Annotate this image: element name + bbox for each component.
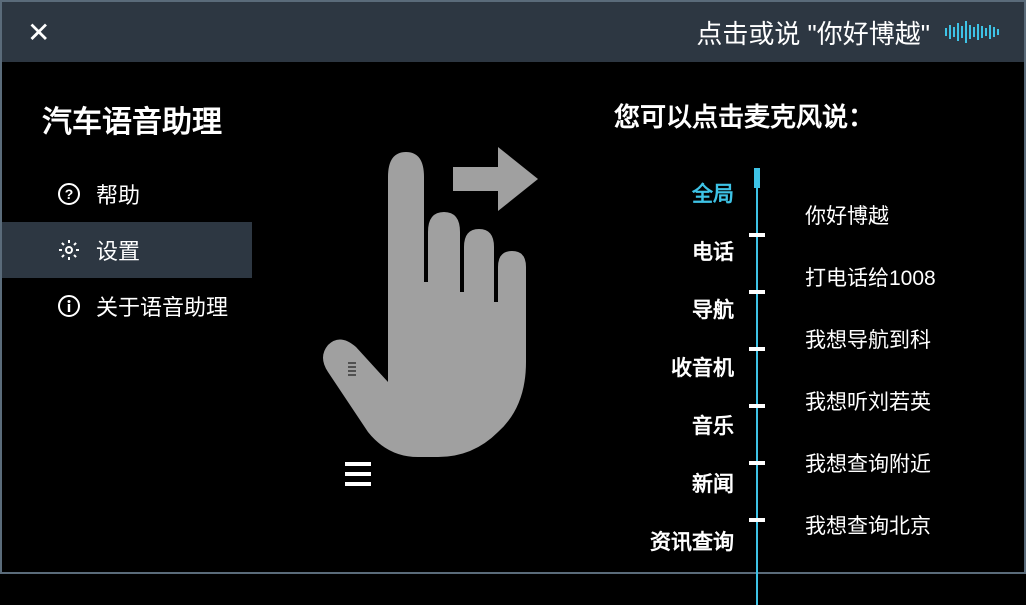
sidebar-item-label: 帮助 [96,178,140,210]
category-item-phone[interactable]: 电话 [692,222,749,280]
category-item-music[interactable]: 音乐 [692,396,749,454]
right-panel: 您可以点击麦克风说： 全局 电话 导航 收音机 音乐 新闻 资讯查询 [604,87,1024,572]
category-item-nav[interactable]: 导航 [692,280,749,338]
header: ✕ 点击或说 "你好博越" [2,2,1024,62]
help-icon: ? [57,182,81,206]
example-item[interactable]: 打电话给1008 [805,246,1024,308]
sidebar-item-label: 设置 [96,234,140,266]
right-panel-title: 您可以点击麦克风说： [604,97,1024,134]
sidebar-item-settings[interactable]: 设置 [2,222,252,278]
example-item[interactable]: 我想听刘若英 [805,370,1024,432]
content: 汽车语音助理 ? 帮助 设置 关于语音助理 [2,62,1024,572]
sidebar-item-about[interactable]: 关于语音助理 [2,278,252,334]
category-item-radio[interactable]: 收音机 [671,338,749,396]
example-list: 你好博越 打电话给1008 我想导航到科 我想听刘若英 我想查询附近 我想查询北… [765,164,1024,575]
category-list: 全局 电话 导航 收音机 音乐 新闻 资讯查询 [604,164,749,575]
sound-wave-icon[interactable] [945,21,999,43]
sidebar-item-help[interactable]: ? 帮助 [2,166,252,222]
settings-icon [57,238,81,262]
sidebar-title: 汽车语音助理 [2,87,252,166]
example-item[interactable]: 我想查询北京 [805,494,1024,556]
example-item[interactable]: 我想查询附近 [805,432,1024,494]
category-item-info[interactable]: 资讯查询 [650,512,749,570]
menu-icon[interactable] [345,462,371,486]
category-divider [749,164,765,575]
swipe-hand-icon [298,117,558,462]
example-item[interactable]: 你好博越 [805,184,1024,246]
svg-text:?: ? [65,186,74,202]
header-prompt: 点击或说 "你好博越" [696,14,930,51]
microphone-icon[interactable] [337,357,367,404]
center-panel [252,87,604,572]
sidebar-item-label: 关于语音助理 [96,290,228,322]
category-item-global[interactable]: 全局 [692,164,749,222]
category-item-news[interactable]: 新闻 [692,454,749,512]
example-item[interactable]: 我想导航到科 [805,308,1024,370]
sidebar: 汽车语音助理 ? 帮助 设置 关于语音助理 [2,87,252,572]
info-icon [57,294,81,318]
close-button[interactable]: ✕ [27,16,50,49]
